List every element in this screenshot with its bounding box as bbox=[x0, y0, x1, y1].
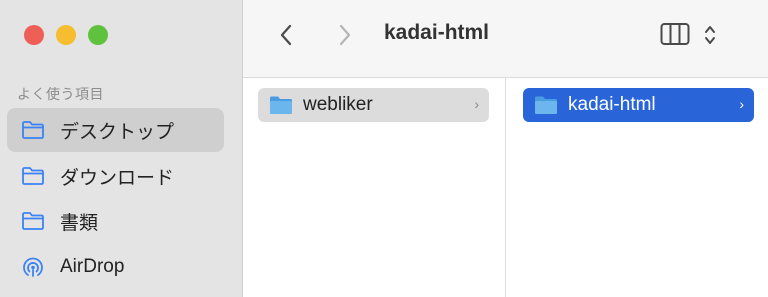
window-controls bbox=[24, 25, 108, 45]
item-label: webliker bbox=[303, 94, 373, 115]
folder-icon bbox=[20, 208, 46, 234]
sidebar-item-label: AirDrop bbox=[60, 256, 125, 277]
columns-icon bbox=[660, 23, 690, 45]
sidebar-item-downloads[interactable]: ダウンロード bbox=[7, 154, 224, 198]
folder-icon bbox=[20, 117, 46, 143]
sidebar-section-title: よく使う項目 bbox=[17, 86, 104, 102]
list-item[interactable]: webliker › bbox=[258, 88, 489, 122]
chevron-right-icon: › bbox=[739, 96, 744, 112]
sidebar-item-label: ダウンロード bbox=[60, 167, 175, 189]
chevron-right-icon bbox=[339, 24, 351, 46]
airdrop-icon bbox=[20, 254, 46, 280]
folder-icon bbox=[535, 96, 557, 114]
sidebar-item-airdrop[interactable]: AirDrop bbox=[7, 245, 224, 289]
browser-column-2: kadai-html › bbox=[506, 78, 768, 297]
view-options-button[interactable] bbox=[703, 22, 717, 53]
chevron-updown-icon bbox=[705, 26, 715, 44]
sidebar-item-label: デスクトップ bbox=[60, 121, 175, 143]
sidebar-item-desktop[interactable]: デスクトップ bbox=[7, 108, 224, 152]
forward-button[interactable] bbox=[332, 20, 358, 50]
minimize-window-button[interactable] bbox=[56, 25, 76, 45]
toolbar: kadai-html bbox=[243, 0, 768, 78]
folder-icon bbox=[20, 163, 46, 189]
browser-column-1: webliker › bbox=[243, 78, 506, 297]
list-item[interactable]: kadai-html › bbox=[523, 88, 754, 122]
zoom-window-button[interactable] bbox=[88, 25, 108, 45]
window-title: kadai-html bbox=[384, 21, 490, 44]
sidebar-item-label: 書類 bbox=[60, 212, 99, 234]
sidebar: よく使う項目 デスクトップ ダウンロード 書類 AirDrop bbox=[0, 0, 243, 297]
column-view-button[interactable] bbox=[660, 22, 690, 51]
back-button[interactable] bbox=[273, 20, 299, 50]
item-label: kadai-html bbox=[568, 94, 656, 115]
sidebar-item-documents[interactable]: 書類 bbox=[7, 199, 224, 243]
chevron-right-icon: › bbox=[474, 96, 479, 112]
folder-icon bbox=[270, 96, 292, 114]
close-window-button[interactable] bbox=[24, 25, 44, 45]
chevron-left-icon bbox=[280, 24, 292, 46]
